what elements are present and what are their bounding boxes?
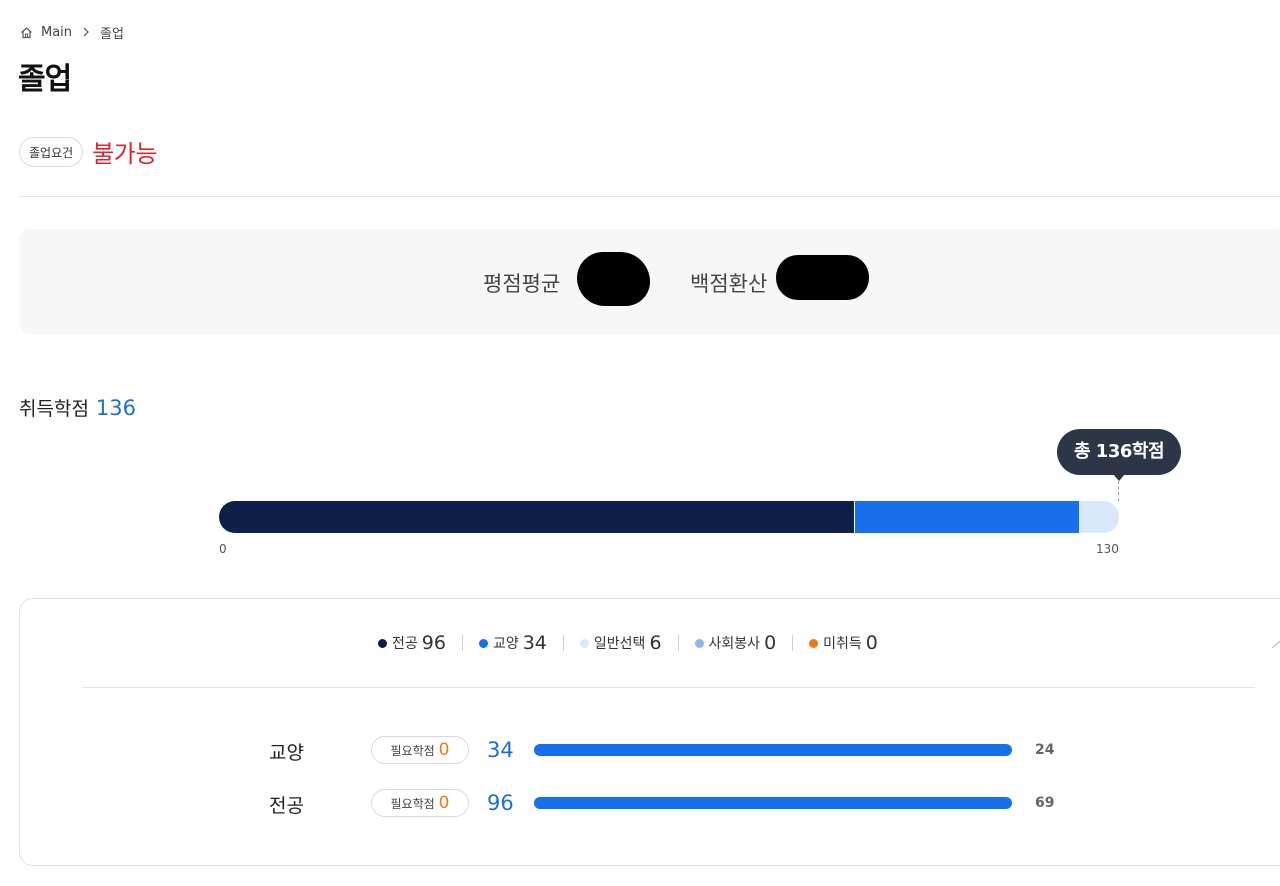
credits-earned-value: 136 [95,396,137,420]
legend-count: 6 [649,632,662,654]
required-credits-label: 필요학점 [390,796,435,811]
legend-item-volunteer: 사회봉사 0 [694,632,777,654]
legend-dot [809,638,819,648]
required-credits-value: 0 [438,793,450,813]
panel-divider [83,687,1255,688]
legend-item-general: 교양 34 [478,632,547,654]
home-icon[interactable] [20,26,33,39]
legend-count: 34 [522,632,547,654]
required-credits-value: 0 [438,740,450,760]
legend-count: 0 [865,632,878,654]
category-progress-bar [534,744,1012,756]
legend-count: 0 [764,632,777,654]
section-divider [19,196,1280,197]
gpa-percent-redacted [776,255,869,300]
tooltip-pointer [1113,474,1125,481]
legend-item-unearned: 미취득 0 [809,632,878,654]
credits-earned: 취득학점 136 [19,394,136,421]
legend-separator [677,635,679,651]
requirement-badge: 졸업요건 [19,136,84,167]
legend-dot [579,638,589,648]
progress-segment-elective [1079,501,1119,533]
legend-dot [694,638,704,648]
requirement-status: 졸업요건 불가능 [19,134,157,169]
required-credits-label: 필요학점 [390,743,435,758]
legend-count: 96 [421,632,446,654]
page-title: 졸업 [18,62,72,97]
required-credits-pill: 필요학점 0 [371,736,469,764]
category-earned-count: 34 [487,738,514,762]
legend-item-elective: 일반선택 6 [579,632,662,654]
total-credits-tooltip: 총 136학점 [1057,429,1181,475]
credits-progress-bar [219,501,1119,533]
progress-segment-general [853,501,1080,533]
breadcrumb-home-link[interactable]: Main [41,25,72,40]
legend-name: 미취득 [823,636,862,652]
legend-dot [478,638,488,648]
category-progress-bar [534,797,1012,809]
category-earned-count: 96 [487,791,514,815]
progress-axis-min: 0 [219,542,227,556]
legend-name: 교양 [492,636,519,652]
legend-separator [562,635,564,651]
requirement-status-value: 불가능 [92,140,157,168]
breadcrumb-current: 졸업 [100,26,124,42]
tooltip-guide-line [1118,481,1119,501]
legend-item-major: 전공 96 [378,632,446,654]
legend-dot [378,638,387,648]
legend-name: 일반선택 [593,636,646,652]
progress-segment-major [219,501,854,533]
gpa-average-redacted [577,252,650,306]
category-row-label: 교양 [269,742,304,764]
category-max-value: 24 [1035,742,1055,758]
legend-name: 사회봉사 [708,636,761,652]
category-row-label: 전공 [269,795,304,817]
credits-earned-label: 취득학점 [19,398,89,420]
credit-legend: 전공 96 교양 34 일반선택 6 사회봉사 0 미취득 0 [378,630,878,656]
gpa-average-label: 평점평균 [483,272,561,296]
legend-separator [792,635,794,651]
chevron-right-icon [82,27,90,37]
category-max-value: 69 [1035,795,1055,811]
required-credits-pill: 필요학점 0 [371,789,469,817]
progress-axis-max: 130 [1096,542,1119,556]
gpa-percent-label: 백점환산 [690,272,768,296]
breadcrumb: Main 졸업 [20,23,124,42]
legend-separator [461,635,463,651]
legend-name: 전공 [392,636,418,652]
expand-icon[interactable] [1270,634,1280,649]
